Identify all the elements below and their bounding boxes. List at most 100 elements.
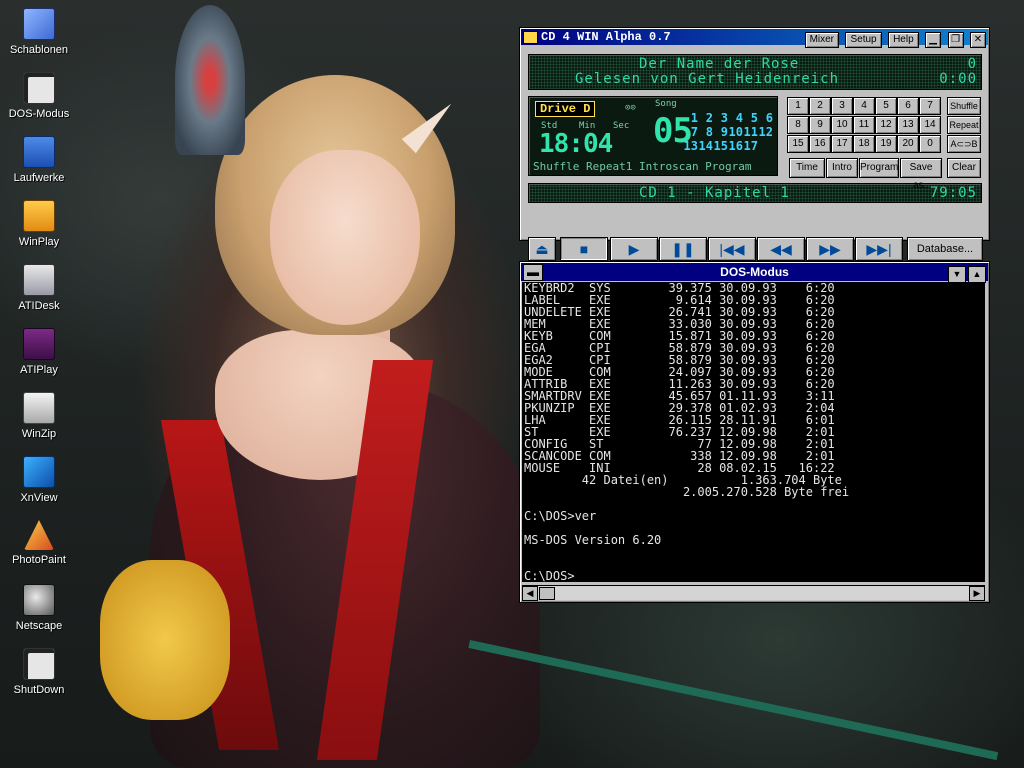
numpad-button-4[interactable]: 4	[853, 97, 875, 115]
shuffle-button[interactable]: Shuffle	[947, 97, 981, 115]
scroll-left-icon[interactable]: ◀	[522, 586, 538, 601]
cd-app-icon[interactable]	[523, 31, 538, 44]
minimize-icon[interactable]: ▼	[948, 266, 966, 283]
numpad-button-19[interactable]: 19	[875, 135, 897, 153]
song-entry[interactable]: 9	[713, 125, 728, 139]
song-entry[interactable]: 11	[743, 125, 758, 139]
song-entry[interactable]: 5	[743, 111, 758, 125]
next-track-button[interactable]: ▶▶|	[855, 237, 903, 261]
dos-titlebar[interactable]: ▬ DOS-Modus ▼ ▲	[521, 263, 988, 283]
dos-window[interactable]: ▬ DOS-Modus ▼ ▲ KEYBRD2 SYS 39.375 30.09.…	[519, 261, 990, 603]
stop-button[interactable]: ■	[560, 237, 608, 261]
winplay-icon	[23, 200, 55, 232]
wallpaper-shoulders	[215, 330, 425, 480]
song-entry[interactable]: 10	[728, 125, 743, 139]
time-button[interactable]: Time	[789, 158, 825, 178]
play-button[interactable]: ▶	[610, 237, 658, 261]
desktop-icon-dos-modus[interactable]: DOS-Modus	[0, 64, 78, 121]
main-display: Drive D ⊙⊙ Song Std Min Sec 18:04 05 123…	[528, 96, 778, 176]
intro-button[interactable]: Intro	[826, 158, 858, 178]
shutdown-icon	[23, 648, 55, 680]
numpad-button-17[interactable]: 17	[831, 135, 853, 153]
minimize-icon[interactable]: ▁	[925, 32, 942, 48]
song-entry[interactable]: 1	[683, 111, 698, 125]
close-icon[interactable]: ✕	[970, 32, 986, 48]
numpad-button-6[interactable]: 6	[897, 97, 919, 115]
song-entry[interactable]: 3	[713, 111, 728, 125]
numpad-button-16[interactable]: 16	[809, 135, 831, 153]
numpad-button-9[interactable]: 9	[809, 116, 831, 134]
rewind-button[interactable]: ◀◀	[757, 237, 805, 261]
dos-terminal[interactable]: KEYBRD2 SYS 39.375 30.09.93 6:20 LABEL EX…	[522, 282, 985, 582]
fast-forward-icon: ▶▶	[819, 241, 841, 257]
database-button[interactable]: Database...	[907, 237, 983, 261]
status-text: CD 1 - Kapitel 1	[639, 185, 790, 201]
help-button[interactable]: Help	[888, 32, 919, 48]
numpad-button-0[interactable]: 0	[919, 135, 941, 153]
restore-icon[interactable]: ❐	[947, 32, 964, 48]
cd4win-titlebar[interactable]: CD 4 WIN Alpha 0.7 Mixer Setup Help ▁ ❐ …	[521, 29, 988, 48]
numpad-button-13[interactable]: 13	[897, 116, 919, 134]
wallpaper-neck	[300, 300, 390, 410]
cd4win-title: CD 4 WIN Alpha 0.7	[541, 30, 671, 44]
desktop-icon-atidesk[interactable]: ATIDesk	[0, 256, 78, 313]
numpad-button-12[interactable]: 12	[875, 116, 897, 134]
cd4win-window[interactable]: CD 4 WIN Alpha 0.7 Mixer Setup Help ▁ ❐ …	[519, 27, 990, 261]
terminal-line: C:\DOS>	[524, 569, 575, 582]
save-as-button[interactable]: Save as..	[900, 158, 942, 191]
song-entry[interactable]: 16	[728, 139, 743, 153]
display-line-2: Gelesen von Gert Heidenreich	[575, 71, 840, 87]
song-entry[interactable]: 13	[683, 139, 698, 153]
song-entry[interactable]: 7	[683, 125, 698, 139]
program-button[interactable]: Program	[859, 158, 899, 178]
ab-repeat-button[interactable]: A⊂⊃B	[947, 135, 981, 153]
setup-button[interactable]: Setup	[845, 32, 882, 48]
song-entry[interactable]: 17	[743, 139, 758, 153]
desktop-icon-shutdown[interactable]: ShutDown	[0, 640, 78, 697]
numpad-button-5[interactable]: 5	[875, 97, 897, 115]
desktop-icon-photopaint[interactable]: PhotoPaint	[0, 512, 78, 567]
desktop-icon-xnview[interactable]: XnView	[0, 448, 78, 505]
numpad-button-2[interactable]: 2	[809, 97, 831, 115]
fast-forward-button[interactable]: ▶▶	[806, 237, 854, 261]
previous-track-button[interactable]: |◀◀	[708, 237, 756, 261]
song-entry[interactable]: 2	[698, 111, 713, 125]
song-entry[interactable]: 4	[728, 111, 743, 125]
song-entry[interactable]: 15	[713, 139, 728, 153]
numpad-button-15[interactable]: 15	[787, 135, 809, 153]
numpad-button-10[interactable]: 10	[831, 116, 853, 134]
desktop-icon-winplay[interactable]: WinPlay	[0, 192, 78, 249]
drive-label[interactable]: Drive D	[535, 101, 596, 117]
song-entry[interactable]: 14	[698, 139, 713, 153]
maximize-icon[interactable]: ▲	[968, 266, 986, 283]
pause-button[interactable]: ❚❚	[659, 237, 707, 261]
numpad-button-14[interactable]: 14	[919, 116, 941, 134]
title-display: Der Name der Rose Gelesen von Gert Heide…	[528, 54, 982, 90]
wallpaper-red-collar-left	[160, 420, 280, 750]
desktop-icon-label: ATIPlay	[20, 364, 58, 376]
numpad-button-18[interactable]: 18	[853, 135, 875, 153]
desktop-icon-label: DOS-Modus	[8, 108, 70, 120]
song-entry[interactable]: 6	[758, 111, 773, 125]
numpad-button-3[interactable]: 3	[831, 97, 853, 115]
numpad-button-20[interactable]: 20	[897, 135, 919, 153]
mixer-button[interactable]: Mixer	[804, 32, 840, 48]
numpad-button-7[interactable]: 7	[919, 97, 941, 115]
desktop-icon-laufwerke[interactable]: Laufwerke	[0, 128, 78, 185]
scroll-right-icon[interactable]: ▶	[969, 586, 985, 601]
numpad-button-1[interactable]: 1	[787, 97, 809, 115]
desktop-icon-netscape[interactable]: Netscape	[0, 576, 78, 633]
horizontal-scrollbar[interactable]: ◀ ▶	[522, 585, 985, 601]
desktop-icon-atiplay[interactable]: ATIPlay	[0, 320, 78, 377]
song-entry[interactable]: 12	[758, 125, 773, 139]
mac-face-icon	[23, 8, 55, 40]
repeat-button[interactable]: Repeat	[947, 116, 981, 134]
scroll-thumb[interactable]	[539, 587, 555, 600]
numpad-button-11[interactable]: 11	[853, 116, 875, 134]
song-entry[interactable]: 8	[698, 125, 713, 139]
eject-button[interactable]: ⏏	[528, 237, 556, 261]
desktop-icon-schablonen[interactable]: Schablonen	[0, 0, 78, 57]
clear-button[interactable]: Clear	[947, 158, 981, 178]
numpad-button-8[interactable]: 8	[787, 116, 809, 134]
desktop-icon-winzip[interactable]: WinZip	[0, 384, 78, 441]
